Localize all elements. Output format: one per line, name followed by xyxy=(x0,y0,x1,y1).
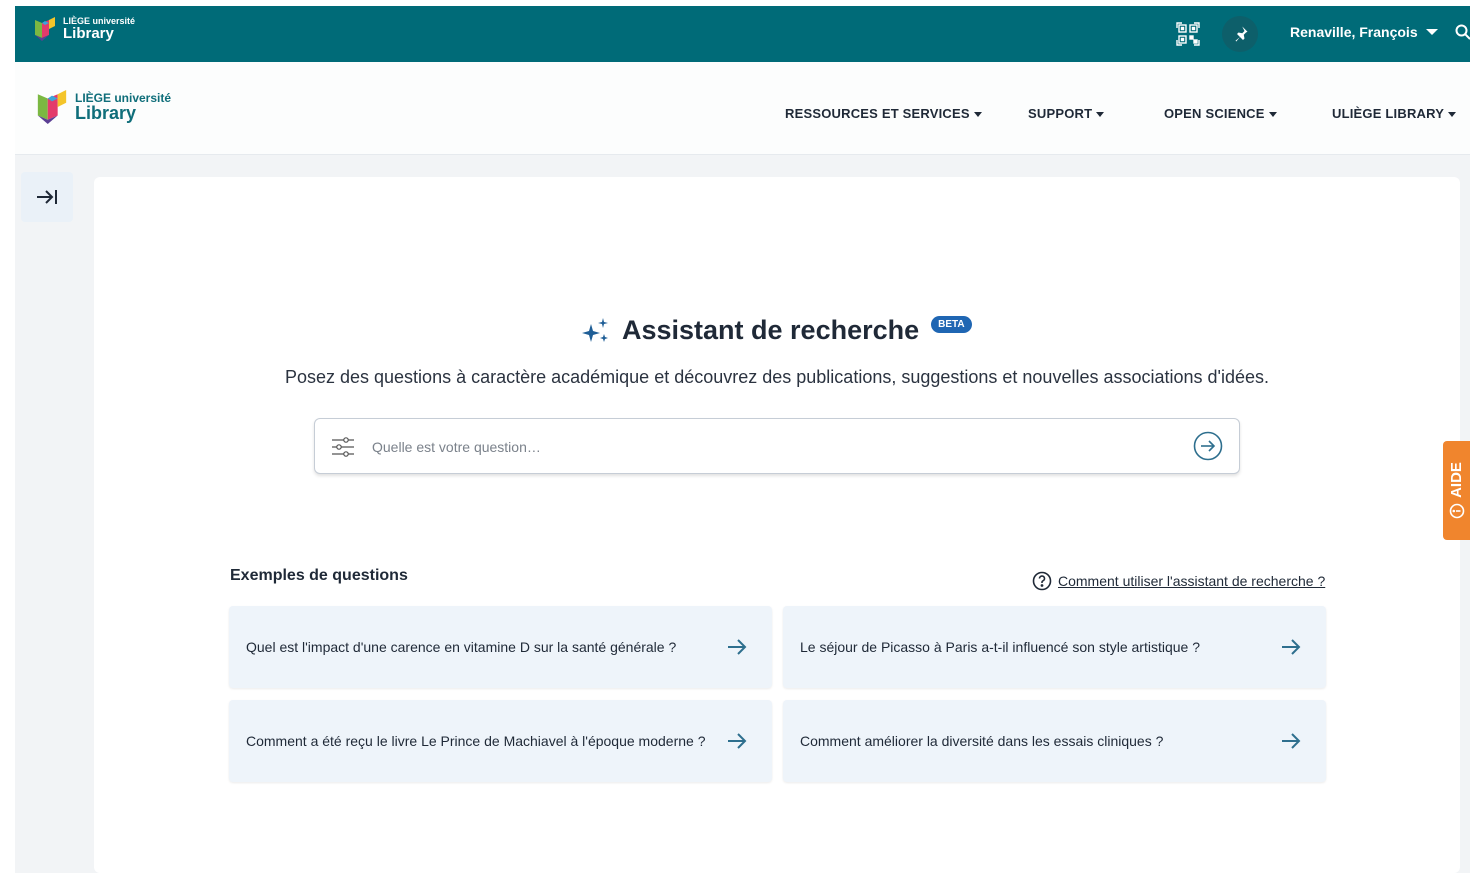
sidebar-toggle-button[interactable] xyxy=(21,172,73,222)
beta-badge: BETA xyxy=(931,315,972,333)
uliege-logo-icon xyxy=(35,17,55,41)
caret-down-icon xyxy=(1448,112,1457,118)
content-area: Assistant de recherche BETA Posez des qu… xyxy=(15,155,1470,873)
hero-title: Assistant de recherche BETA xyxy=(580,314,972,346)
nav-label: SUPPORT xyxy=(1028,106,1093,121)
question-input[interactable] xyxy=(370,433,1174,461)
uliege-logo-icon xyxy=(37,90,67,124)
aide-tab-content: AIDE xyxy=(1443,441,1470,540)
site-logo[interactable]: LIÈGE université Library xyxy=(35,88,171,126)
question-search-box xyxy=(314,418,1240,474)
site-logo-text: LIÈGE université Library xyxy=(75,92,171,122)
caret-down-icon xyxy=(1096,112,1105,118)
caret-down-icon xyxy=(1268,112,1277,118)
example-question-text: Le séjour de Picasso à Paris a-t-il infl… xyxy=(800,639,1200,655)
nav-ressources-et-services[interactable]: RESSOURCES ET SERVICES xyxy=(785,106,982,121)
arrow-right-icon xyxy=(728,733,747,749)
site-header: LIÈGE université Library RESSOURCES ET S… xyxy=(15,62,1470,155)
example-question-text: Comment améliorer la diversité dans les … xyxy=(800,733,1164,749)
nav-support[interactable]: SUPPORT xyxy=(1028,106,1105,121)
example-question-text: Quel est l'impact d'une carence en vitam… xyxy=(246,639,677,655)
qr-code-icon xyxy=(1176,22,1200,46)
example-question-card[interactable]: Le séjour de Picasso à Paris a-t-il infl… xyxy=(783,606,1326,688)
pin-button[interactable] xyxy=(1222,16,1258,52)
arrow-right-icon xyxy=(1282,639,1301,655)
pin-icon xyxy=(1235,26,1248,42)
caret-down-icon xyxy=(973,112,982,118)
site-logo-big: Library xyxy=(75,103,137,123)
topbar-logo-text: LIÈGE université Library xyxy=(63,17,135,42)
arrow-right-icon xyxy=(728,639,747,655)
topbar-logo-big: Library xyxy=(63,25,114,42)
example-question-text: Comment a été reçu le livre Le Prince de… xyxy=(246,733,706,749)
info-circle-icon xyxy=(1449,503,1464,519)
question-circle-icon xyxy=(1032,571,1052,591)
qr-code-button[interactable] xyxy=(1170,16,1206,52)
help-link[interactable]: Comment utiliser l'assistant de recherch… xyxy=(1032,571,1325,591)
caret-down-icon xyxy=(1425,29,1438,35)
aide-help-tab[interactable]: AIDE xyxy=(1443,441,1470,540)
arrow-right-icon xyxy=(1282,733,1301,749)
example-question-card[interactable]: Comment améliorer la diversité dans les … xyxy=(783,700,1326,782)
example-question-card[interactable]: Comment a été reçu le livre Le Prince de… xyxy=(229,700,772,782)
user-menu[interactable]: Renaville, François xyxy=(1290,24,1438,40)
arrow-circle-right-icon[interactable] xyxy=(1193,431,1223,461)
help-link-text[interactable]: Comment utiliser l'assistant de recherch… xyxy=(1058,573,1325,589)
assistant-panel: Assistant de recherche BETA Posez des qu… xyxy=(94,177,1460,873)
topbar-logo[interactable]: LIÈGE université Library xyxy=(33,16,135,42)
search-icon[interactable] xyxy=(1455,24,1470,40)
aide-label: AIDE xyxy=(1448,462,1465,498)
page-subtitle: Posez des questions à caractère académiq… xyxy=(284,367,1270,387)
expand-sidebar-icon xyxy=(37,190,57,204)
sparkle-icon xyxy=(582,318,608,342)
nav-label: OPEN SCIENCE xyxy=(1164,106,1265,121)
page-title: Assistant de recherche xyxy=(622,314,920,345)
nav-label: ULIÈGE LIBRARY xyxy=(1332,106,1445,121)
top-app-bar: LIÈGE université Library Renaville, Fran… xyxy=(15,6,1470,62)
examples-heading: Exemples de questions xyxy=(230,567,408,584)
example-question-card[interactable]: Quel est l'impact d'une carence en vitam… xyxy=(229,606,772,688)
user-name: Renaville, François xyxy=(1290,24,1418,40)
nav-label: RESSOURCES ET SERVICES xyxy=(785,106,970,121)
filter-sliders-icon[interactable] xyxy=(331,435,355,459)
nav-open-science[interactable]: OPEN SCIENCE xyxy=(1164,106,1277,121)
nav-uliege-library[interactable]: ULIÈGE LIBRARY xyxy=(1332,106,1457,121)
app-frame: LIÈGE université Library Renaville, Fran… xyxy=(15,6,1470,873)
